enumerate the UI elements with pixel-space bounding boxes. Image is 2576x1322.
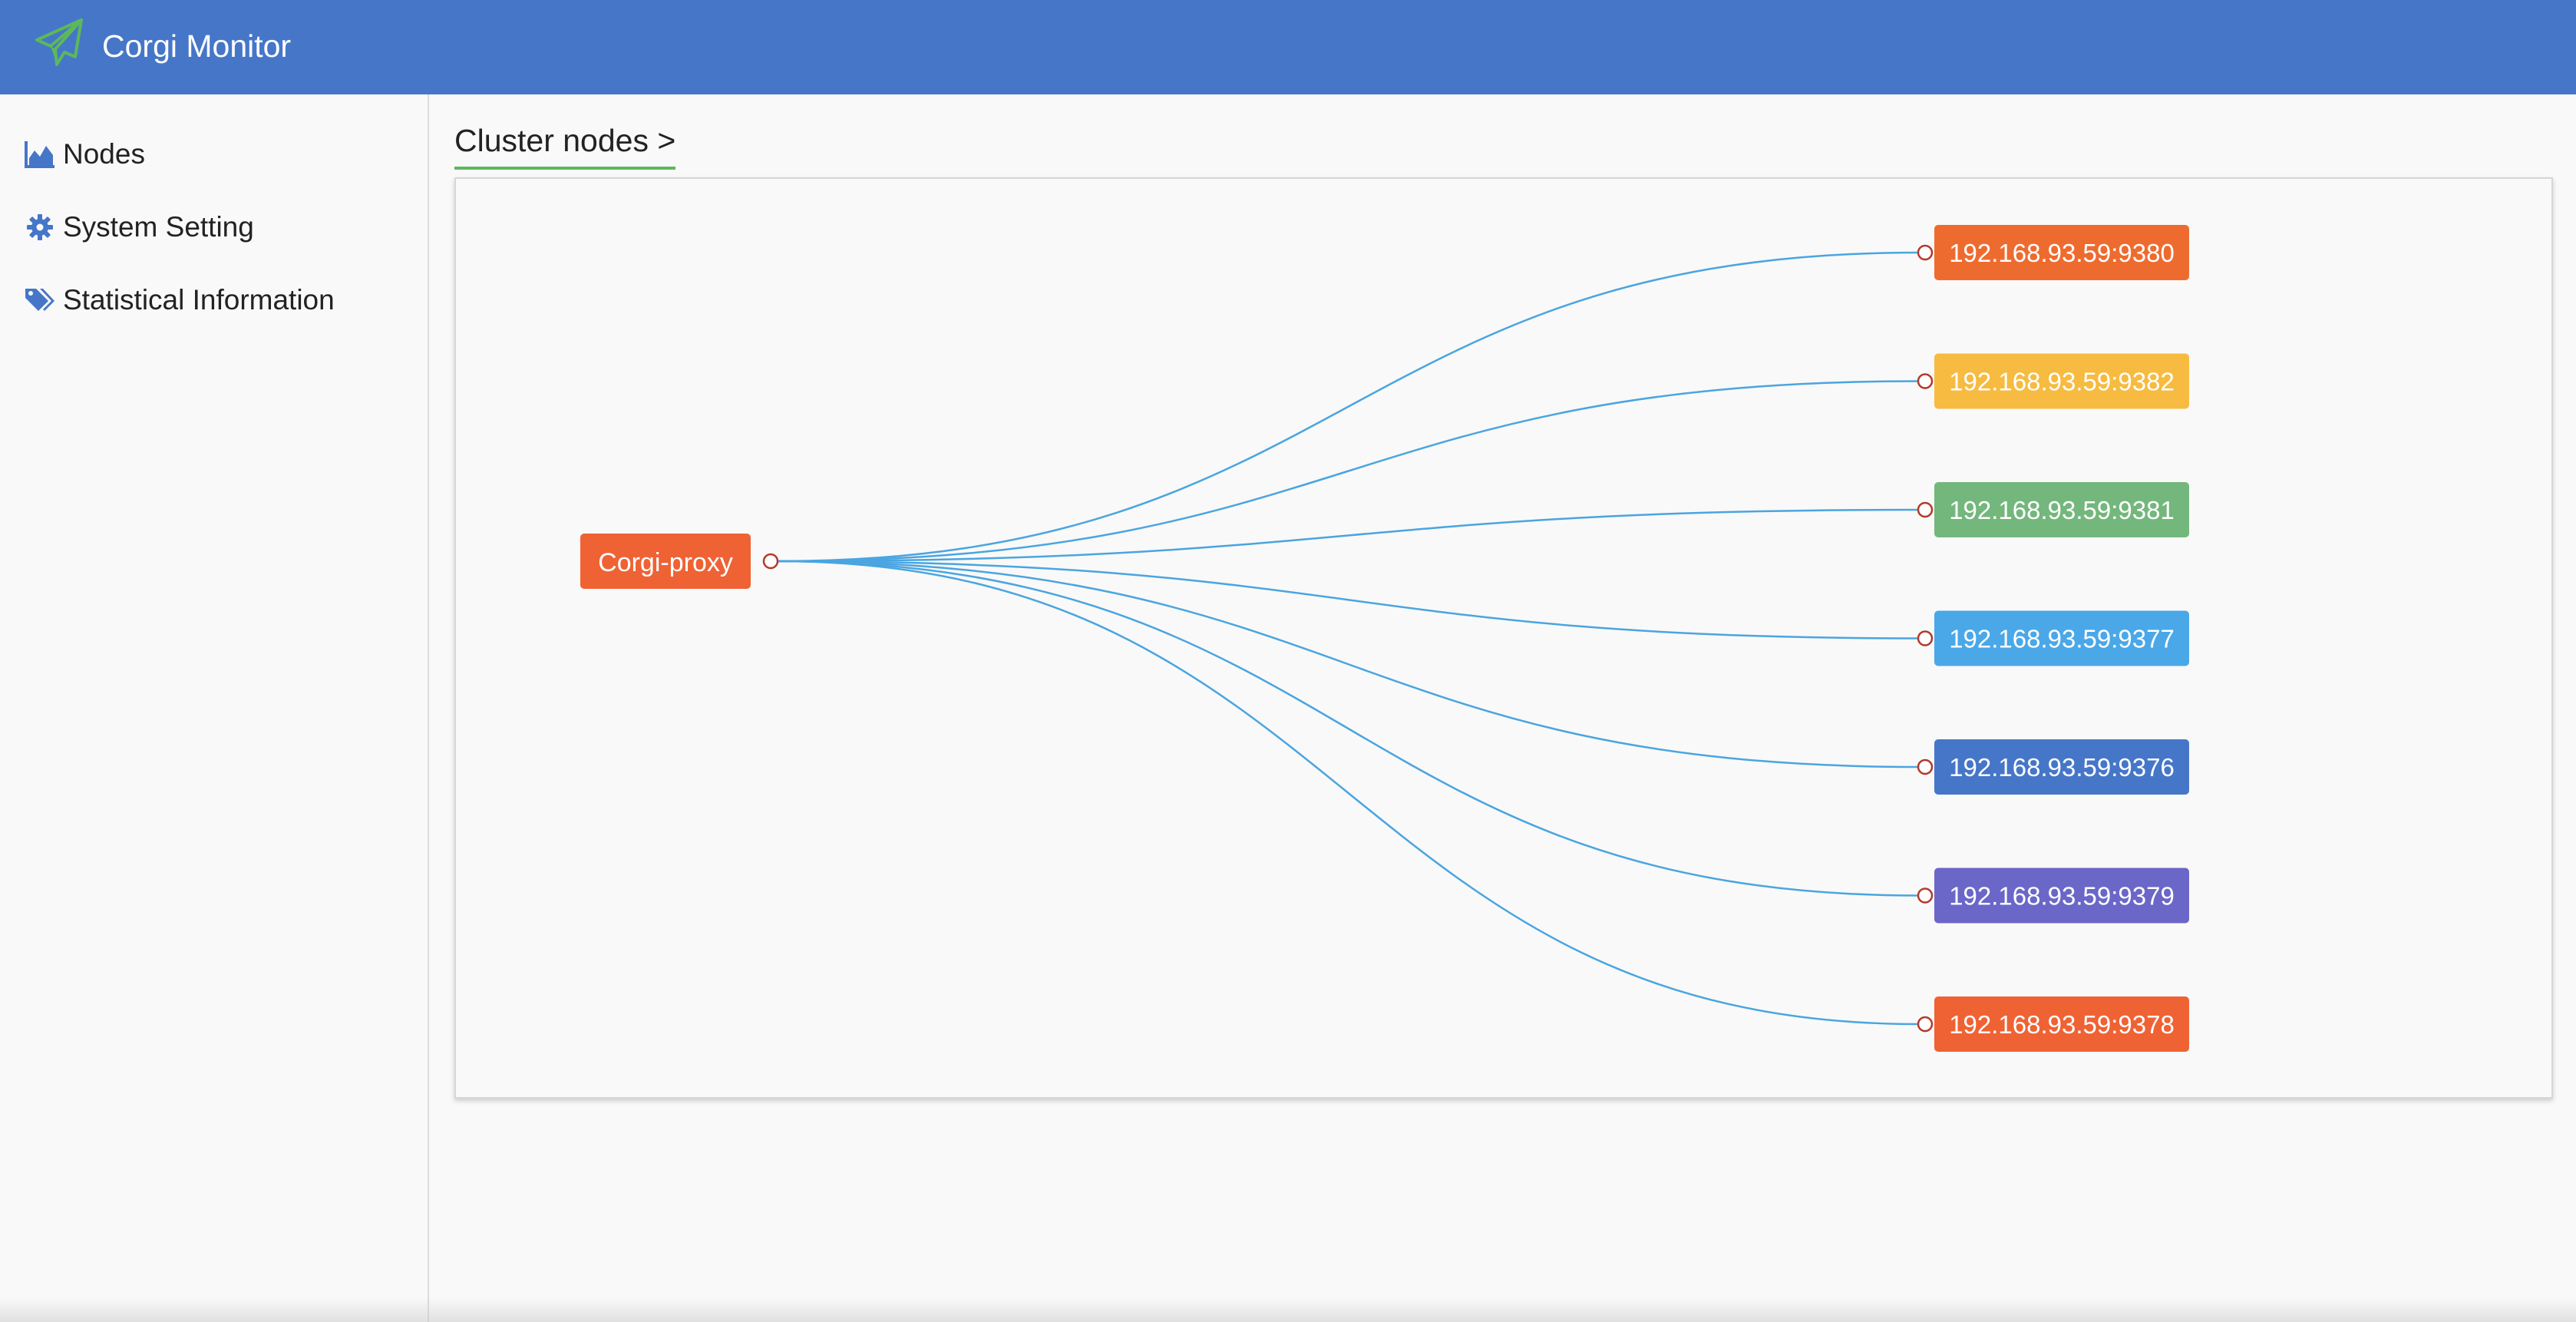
child-node[interactable]: 192.168.93.59:9377 [1917, 610, 2189, 666]
cluster-graph-panel: Corgi-proxy 192.168.93.59:9380 192.168.93.… [454, 177, 2553, 1099]
tags-icon [23, 283, 57, 317]
child-connector-dot[interactable] [1917, 630, 1934, 646]
child-node-label: 192.168.93.59:9378 [1949, 1010, 2175, 1039]
edge-line [776, 560, 1920, 768]
sidebar-item-statistical-information[interactable]: Statistical Information [23, 277, 335, 323]
edge-line [776, 560, 1920, 897]
child-node-label: 192.168.93.59:9376 [1949, 753, 2175, 782]
root-node-label: Corgi-proxy [598, 548, 733, 577]
area-chart-icon [23, 137, 57, 171]
child-connector-dot[interactable] [1917, 244, 1934, 261]
breadcrumb[interactable]: Cluster nodes > [454, 117, 676, 170]
sidebar-item-label: System Setting [63, 211, 254, 243]
child-node[interactable]: 192.168.93.59:9381 [1917, 482, 2189, 537]
gear-icon [23, 210, 57, 244]
child-connector-dot[interactable] [1917, 758, 1934, 775]
child-node-label: 192.168.93.59:9380 [1949, 239, 2175, 267]
child-node[interactable]: 192.168.93.59:9382 [1917, 353, 2189, 409]
paper-plane-icon[interactable] [34, 17, 84, 68]
sidebar-item-label: Nodes [63, 138, 145, 170]
child-node[interactable]: 192.168.93.59:9380 [1917, 225, 2189, 280]
child-node-label: 192.168.93.59:9377 [1949, 625, 2175, 653]
child-node[interactable]: 192.168.93.59:9379 [1917, 868, 2189, 924]
sidebar-item-system-setting[interactable]: System Setting [23, 204, 254, 250]
top-bar: Corgi Monitor [0, 0, 2576, 94]
sidebar-item-label: Statistical Information [63, 284, 335, 316]
edge-line [776, 508, 1920, 563]
edge-line [776, 251, 1920, 563]
window-bottom-shadow [0, 1297, 2576, 1322]
edge-line [776, 380, 1920, 563]
edge-line [776, 560, 1920, 1026]
root-connector-dot[interactable] [762, 553, 779, 570]
child-node-label: 192.168.93.59:9379 [1949, 882, 2175, 911]
child-node-label: 192.168.93.59:9382 [1949, 368, 2175, 396]
app-title[interactable]: Corgi Monitor [102, 23, 291, 69]
child-node[interactable]: 192.168.93.59:9378 [1917, 996, 2189, 1052]
sidebar: Nodes System Setting Statistical Informa… [0, 94, 429, 1322]
child-connector-dot[interactable] [1917, 501, 1934, 518]
child-node-label: 192.168.93.59:9381 [1949, 496, 2175, 524]
child-connector-dot[interactable] [1917, 887, 1934, 904]
main-content: Cluster nodes > Corgi-proxy 192.168.93.59… [431, 94, 2576, 1322]
child-connector-dot[interactable] [1917, 1016, 1934, 1033]
child-connector-dot[interactable] [1917, 373, 1934, 389]
cluster-node-tree: Corgi-proxy 192.168.93.59:9380 192.168.93.… [580, 225, 2189, 1052]
child-node[interactable]: 192.168.93.59:9376 [1917, 739, 2189, 795]
sidebar-item-nodes[interactable]: Nodes [23, 131, 145, 177]
root-node[interactable]: Corgi-proxy [580, 534, 779, 589]
edges [776, 251, 1920, 1026]
